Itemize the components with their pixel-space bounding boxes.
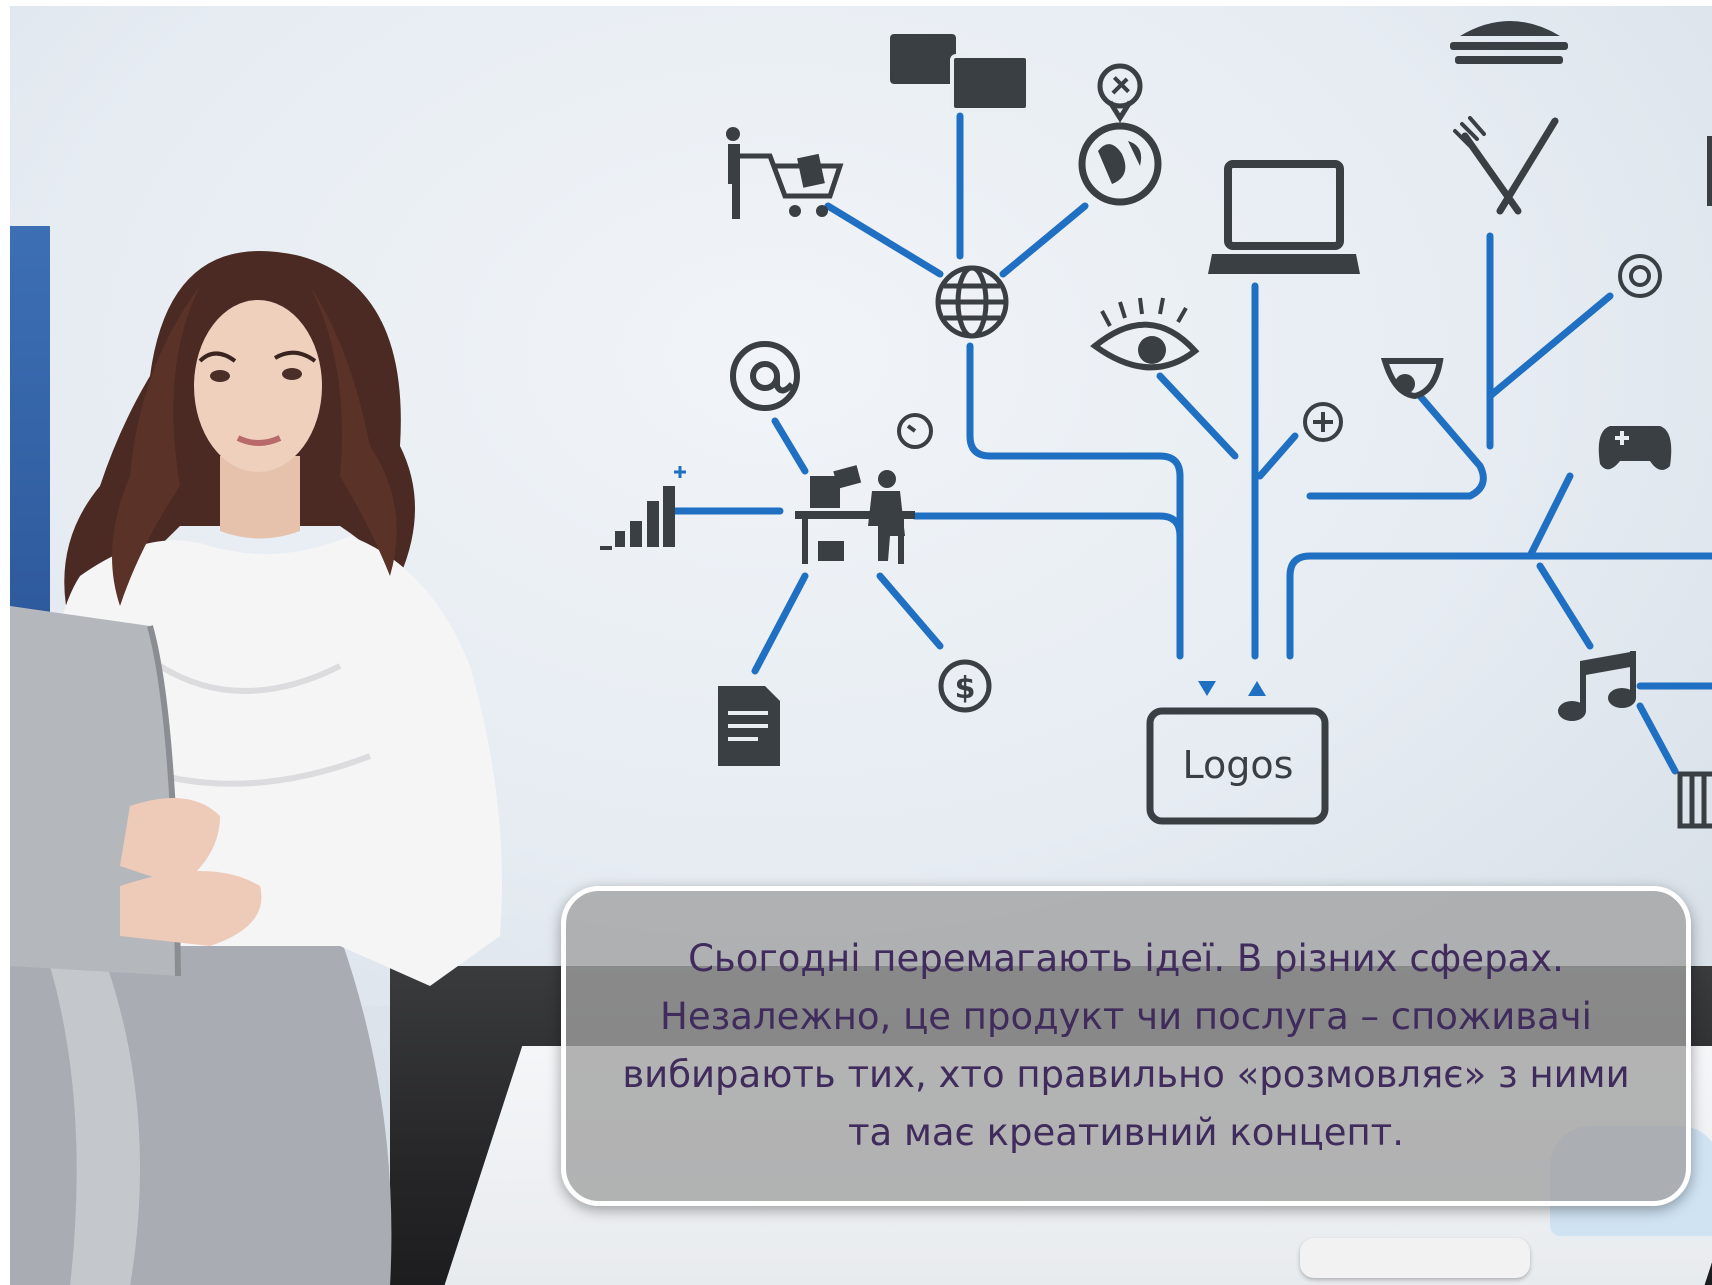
eye-icon: [1090, 297, 1200, 371]
arrow-down-icon: [1198, 681, 1216, 696]
bowl-icon: [1380, 358, 1444, 400]
slide: $ Logos Сьогодні перемагають ідеї. В різ…: [10, 6, 1712, 1285]
caption-line: Незалежно, це продукт чи послуга – спожи…: [660, 995, 1592, 1038]
bar-chart-icon: [600, 466, 686, 550]
chat-bubbles-icon: [890, 34, 1030, 112]
document-icon: [718, 686, 780, 766]
svg-text:$: $: [955, 671, 976, 706]
globe-icon: [935, 265, 1009, 339]
shopping-cart-person-icon: [726, 127, 844, 219]
burger-icon: [1450, 21, 1568, 64]
world-globe-icon: [1078, 122, 1162, 206]
at-sign-icon: [730, 341, 800, 411]
plus-circle-icon: [1303, 402, 1343, 442]
target-icon: [1618, 254, 1662, 298]
caption-text: Сьогодні перемагають ідеї. В різних сфер…: [622, 930, 1629, 1162]
game-controller-icon: [1598, 426, 1672, 470]
hub-label: Logos: [1183, 743, 1294, 787]
caption-line: та має креативний концепт.: [847, 1111, 1404, 1154]
caption-line: вибирають тих, хто правильно «розмовляє»…: [622, 1053, 1630, 1096]
clock-icon: [897, 413, 933, 449]
caption-box: Сьогодні перемагають ідеї. В різних сфер…: [561, 886, 1691, 1206]
table-device: [1300, 1238, 1530, 1278]
caption-line: Сьогодні перемагають ідеї. В різних сфер…: [688, 937, 1564, 980]
music-note-icon: [1558, 651, 1636, 721]
piano-keys-icon: [1677, 771, 1712, 829]
arrow-up-icon: [1248, 681, 1266, 696]
dollar-icon: $: [938, 659, 992, 713]
laptop-icon: [1208, 160, 1360, 274]
office-desk-icon: [795, 465, 915, 564]
fork-knife-icon: [1453, 116, 1559, 215]
map-pin-icon: [1097, 63, 1143, 123]
woman-figure: [10, 251, 502, 1285]
